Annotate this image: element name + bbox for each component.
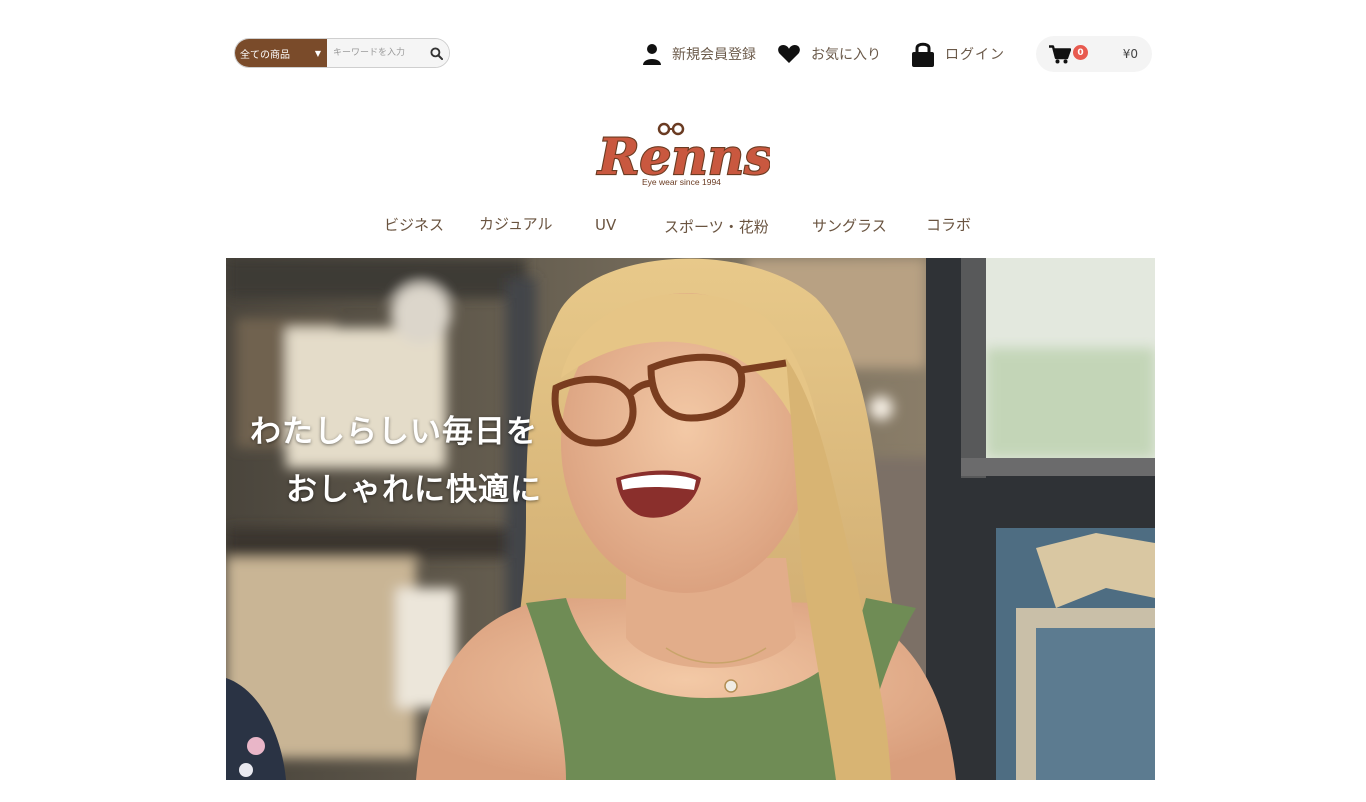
category-select-label: 全ての商品 [240, 49, 290, 61]
chevron-down-icon: ▼ [314, 48, 321, 58]
search-icon [429, 46, 443, 60]
favorites-label: お気に入り [811, 47, 881, 63]
cart-icon [1049, 45, 1071, 64]
nav-item-casual[interactable]: カジュアル [479, 213, 553, 234]
search-button[interactable] [423, 39, 449, 67]
hero-headline-2: おしゃれに快適に [286, 472, 542, 508]
search-bar: 全ての商品 ▼ [234, 38, 450, 68]
nav-item-business[interactable]: ビジネス [384, 214, 444, 235]
category-select[interactable]: 全ての商品 ▼ [235, 39, 327, 67]
cart-total: ¥0 [1122, 47, 1138, 61]
site-logo[interactable]: Renns Eye wear since 1994 [594, 116, 773, 196]
nav-item-uv[interactable]: UV [595, 216, 616, 234]
cart-count-badge: 0 [1073, 45, 1088, 60]
category-nav: ビジネス カジュアル UV スポーツ・花粉 サングラス コラボ [0, 212, 1366, 236]
hero-banner[interactable]: わたしらしい毎日を おしゃれに快適に [226, 258, 1155, 780]
logo-tagline: Eye wear since 1994 [642, 177, 721, 187]
heart-icon [778, 44, 800, 64]
hero-photo [226, 258, 1155, 780]
register-label: 新規会員登録 [672, 47, 756, 63]
search-input[interactable] [327, 39, 423, 67]
favorites-link[interactable]: お気に入り [777, 44, 881, 64]
nav-item-collab[interactable]: コラボ [926, 214, 971, 235]
register-link[interactable]: 新規会員登録 [642, 43, 756, 65]
nav-item-sports-pollen[interactable]: スポーツ・花粉 [664, 216, 769, 237]
hero-headline-1: わたしらしい毎日を [250, 414, 538, 450]
cart-button[interactable]: 0 ¥0 [1036, 36, 1152, 72]
nav-item-sunglasses[interactable]: サングラス [812, 215, 887, 236]
login-label: ログイン [945, 47, 1005, 63]
login-link[interactable]: ログイン [911, 41, 1005, 67]
user-icon [643, 44, 661, 65]
lock-icon [912, 42, 934, 67]
